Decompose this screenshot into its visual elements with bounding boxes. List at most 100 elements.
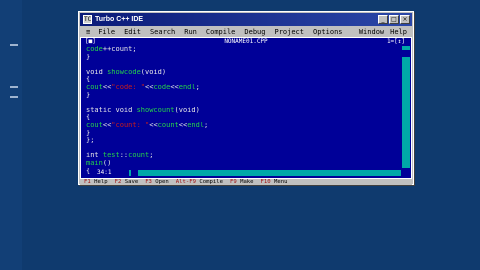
shortcut-key: F9 <box>229 179 237 185</box>
code-token: static void <box>86 106 137 114</box>
code-token: :: <box>119 152 129 160</box>
code-token: << <box>178 121 188 129</box>
code-token: () <box>102 159 112 167</box>
code-token: "count: " <box>111 121 150 129</box>
code-token: (void) <box>174 106 200 114</box>
code-line[interactable]: }; <box>86 137 397 145</box>
shortcut-key: F1 <box>84 179 91 185</box>
code-line[interactable]: void showcode(void) <box>86 69 397 77</box>
code-token: count <box>128 152 150 160</box>
menu-debug[interactable]: Debug <box>244 28 265 36</box>
shortcut-label: Menu <box>270 179 288 185</box>
menu-search[interactable]: Search <box>150 28 175 36</box>
menu-system[interactable]: ≡ <box>86 28 90 36</box>
desktop-icon-mark <box>10 44 18 46</box>
code-token: ; <box>195 83 200 91</box>
code-token: showcode <box>107 68 141 76</box>
vertical-scroll-thumb[interactable] <box>402 50 410 57</box>
shortcut-key: Alt-F9 <box>175 179 196 185</box>
code-line[interactable] <box>86 99 397 107</box>
desktop-left-strip <box>0 0 22 270</box>
menu-bar: ≡ File Edit Search Run Compile Debug Pro… <box>80 27 412 37</box>
app-icon[interactable]: TC <box>83 15 92 24</box>
shortcut-key: F3 <box>145 179 152 185</box>
code-token: code <box>86 46 103 53</box>
code-token: int <box>86 152 103 160</box>
horizontal-scrollbar[interactable] <box>129 170 401 176</box>
shortcut-label: Compile <box>196 179 223 185</box>
code-token: }; <box>86 137 95 145</box>
turbo-cpp-window: TC Turbo C++ IDE _ □ × ≡ File Edit Searc… <box>78 11 414 185</box>
code-token: test <box>102 152 120 160</box>
vertical-scrollbar[interactable] <box>402 46 410 168</box>
code-line[interactable]: cout<<"count: "<<count<<endl; <box>86 122 397 130</box>
menu-options[interactable]: Options <box>313 28 343 36</box>
code-line[interactable]: { <box>86 76 397 84</box>
code-token: code <box>153 83 171 91</box>
code-line[interactable]: { <box>86 114 397 122</box>
menu-file[interactable]: File <box>98 28 115 36</box>
close-button[interactable]: × <box>400 15 410 24</box>
code-token: ++count; <box>102 46 137 53</box>
code-line[interactable]: int test::count; <box>86 152 397 160</box>
code-text[interactable]: code++count;} void showcode(void){cout<<"… <box>86 46 397 174</box>
horizontal-scroll-thumb[interactable] <box>131 170 138 176</box>
status-shortcut[interactable]: F9 Make <box>230 179 254 185</box>
code-token: } <box>86 53 91 61</box>
code-token: << <box>170 83 179 91</box>
editor-filename: NONAME01.CPP <box>224 38 268 45</box>
code-line[interactable] <box>86 61 397 69</box>
status-shortcut[interactable]: F3 Open <box>145 179 169 185</box>
code-line[interactable]: code++count; <box>86 46 397 54</box>
code-token: void <box>86 68 108 76</box>
maximize-button[interactable]: □ <box>389 15 399 24</box>
menu-help[interactable]: Help <box>390 28 407 36</box>
code-token: cout <box>86 83 103 91</box>
code-line[interactable] <box>86 145 397 153</box>
code-token: endl <box>178 83 196 91</box>
code-line[interactable]: main() <box>86 160 397 168</box>
title-bar[interactable]: TC Turbo C++ IDE _ □ × <box>80 13 412 26</box>
code-token: "code: " <box>111 83 146 91</box>
shortcut-label: Make <box>236 179 254 185</box>
code-token: cout <box>86 121 103 129</box>
code-token: ; <box>204 121 209 129</box>
code-token: { <box>86 114 91 122</box>
menu-run[interactable]: Run <box>184 28 197 36</box>
window-title: Turbo C++ IDE <box>95 16 144 23</box>
code-token: } <box>86 129 91 137</box>
desktop-icon-mark <box>10 96 18 98</box>
minimize-button[interactable]: _ <box>378 15 388 24</box>
shortcut-key: F10 <box>260 179 271 185</box>
code-token: showcount <box>136 106 175 114</box>
status-shortcut[interactable]: F1 Help <box>84 179 108 185</box>
code-line[interactable]: static void showcount(void) <box>86 107 397 115</box>
code-line[interactable]: } <box>86 54 397 62</box>
code-token: count <box>157 121 179 129</box>
cursor-position: 34:1 <box>97 169 112 176</box>
status-shortcut[interactable]: F2 Save <box>115 179 139 185</box>
code-token: main <box>86 159 103 167</box>
code-token: ; <box>149 152 154 160</box>
code-line[interactable]: } <box>86 130 397 138</box>
shortcut-label: Help <box>90 179 108 185</box>
shortcut-label: Open <box>151 179 169 185</box>
status-bar: F1 Help F2 Save F3 Open Alt-F9 Compile F9 Ma… <box>80 179 412 185</box>
status-shortcut[interactable]: F10 Menu <box>261 179 288 185</box>
code-editor[interactable]: [■] NONAME01.CPP 1=[↕] code++count;} void… <box>80 37 412 179</box>
code-token: { <box>86 167 91 175</box>
status-shortcut[interactable]: Alt-F9 Compile <box>176 179 223 185</box>
menu-window[interactable]: Window <box>359 28 384 36</box>
shortcut-label: Save <box>121 179 139 185</box>
menu-project[interactable]: Project <box>274 28 304 36</box>
menu-edit[interactable]: Edit <box>124 28 141 36</box>
code-token: } <box>86 91 91 99</box>
menu-compile[interactable]: Compile <box>206 28 236 36</box>
code-line[interactable]: cout<<"code: "<<code<<endl; <box>86 84 397 92</box>
code-token: { <box>86 76 91 84</box>
editor-window-number[interactable]: 1=[↕] <box>387 38 405 46</box>
code-token: endl <box>187 121 205 129</box>
code-token: << <box>149 121 158 129</box>
code-line[interactable]: } <box>86 92 397 100</box>
editor-frame-top: [■] NONAME01.CPP 1=[↕] <box>81 38 411 46</box>
